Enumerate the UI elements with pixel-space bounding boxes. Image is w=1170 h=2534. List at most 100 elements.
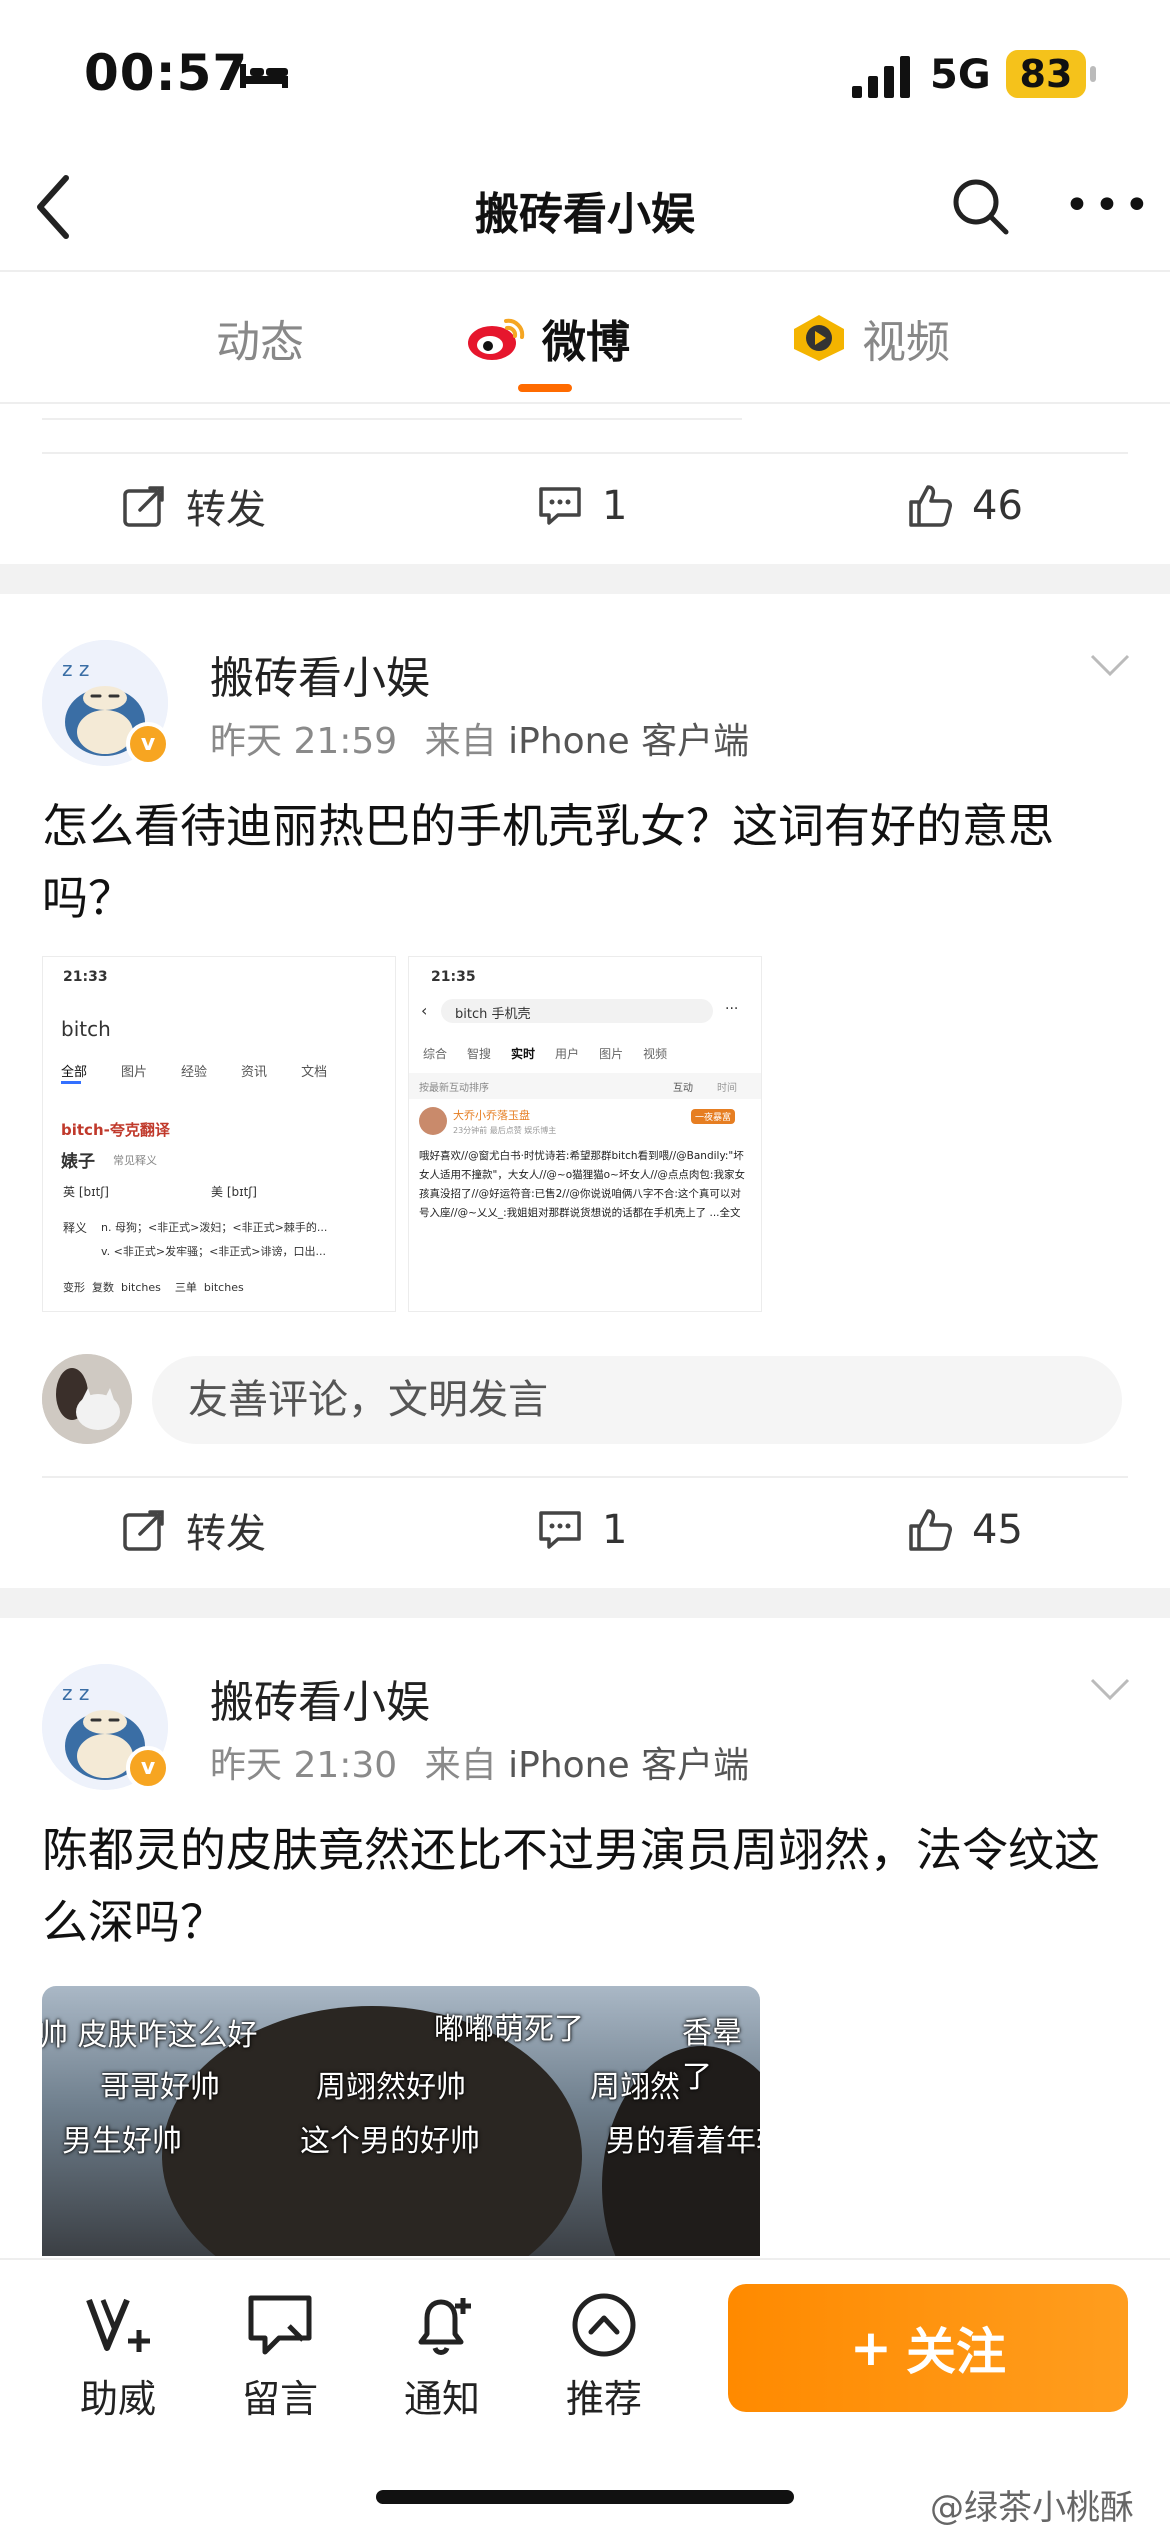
author-name[interactable]: 搬砖看小娱: [210, 1666, 430, 1730]
previous-post-bottom: [42, 412, 742, 420]
comment-button[interactable]: 1: [536, 456, 627, 556]
shot1-def-label: 释义: [63, 1221, 88, 1235]
post-source-prefix: 来自: [424, 721, 497, 762]
shot2-time: 21:35: [431, 969, 476, 985]
shot2-sort-label: 按最新互动排序: [419, 1083, 489, 1094]
repost-label: 转发: [186, 1511, 266, 1557]
post-image-2[interactable]: 21:35 ‹ bitch 手机壳 ··· 综合 智搜 实时 用户 图片 视频 …: [408, 956, 762, 1312]
follow-label: 关注: [905, 2323, 1006, 2381]
post-source[interactable]: iPhone 客户端: [508, 1745, 749, 1786]
post1-action-bar: 转发 1 45: [0, 1480, 1170, 1580]
shot2-body: 哦好喜欢//@窗尤白书·时忧诗若:希望那群bitch看到喂//@Bandily:…: [419, 1150, 745, 1219]
verified-badge-icon: v: [126, 722, 170, 766]
shot2-tab: 视频: [643, 1047, 668, 1061]
nav-divider: [0, 270, 1170, 272]
notify-button[interactable]: 通知: [382, 2290, 502, 2423]
video-hexagon-icon: [794, 315, 844, 361]
post-source[interactable]: iPhone 客户端: [508, 721, 749, 762]
shot1-tab: 经验: [181, 1065, 208, 1080]
sleep-focus-icon: [240, 64, 288, 88]
shot1-us: 美 [bɪtʃ]: [211, 1185, 257, 1199]
battery-nub: [1090, 66, 1096, 82]
more-icon[interactable]: •••: [1064, 184, 1154, 228]
weibo-logo-icon: [468, 318, 525, 360]
follow-button[interactable]: + 关注: [728, 2284, 1128, 2412]
chevron-down-icon[interactable]: [1088, 650, 1132, 680]
current-user-avatar[interactable]: [42, 1354, 132, 1444]
message-button[interactable]: 留言: [220, 2290, 340, 2423]
recommend-button[interactable]: 推荐: [544, 2290, 664, 2423]
post-image-1[interactable]: 21:33 bitch 全部 图片 经验 资讯 文档 bitch-夸克翻译 婊子…: [42, 956, 396, 1312]
shot1-word: 婊子: [61, 1152, 95, 1172]
shot2-filter1: 互动: [673, 1083, 693, 1094]
search-icon[interactable]: [950, 176, 1010, 236]
repost-button[interactable]: 转发: [120, 1480, 266, 1580]
shot2-back-icon: ‹: [421, 1001, 428, 1020]
repost-icon: [123, 1510, 164, 1551]
tab-weibo-label: 微博: [542, 317, 630, 368]
tab-weibo[interactable]: 微博: [466, 306, 630, 370]
repost-button[interactable]: 转发: [120, 456, 266, 556]
status-time: 00:57: [84, 44, 249, 102]
shot1-query: bitch: [61, 1017, 111, 1041]
message-label: 留言: [241, 2377, 318, 2421]
like-button[interactable]: 45: [906, 1480, 1023, 1580]
cheer-v-plus-icon: [86, 2298, 150, 2352]
signal-icon: [852, 56, 910, 98]
tab-video[interactable]: 视频: [790, 306, 950, 370]
shot2-user-meta: 23分钟前 最后点赞 娱乐博主: [453, 1126, 557, 1135]
comment-button[interactable]: 1: [536, 1480, 627, 1580]
post-video-thumbnail[interactable]: 帅 皮肤咋这么好 嘟嘟萌死了 香晕了 哥哥好帅 周翊然好帅 周翊然 男生好帅 这…: [42, 1986, 760, 2256]
chevron-up-circle-icon: [572, 2293, 636, 2357]
shot1-tab: 文档: [301, 1065, 328, 1080]
shot2-user: 大乔小乔落玉盘: [453, 1109, 530, 1122]
shot1-tab: 资讯: [241, 1065, 268, 1080]
tab-feed[interactable]: 动态: [216, 306, 304, 370]
comment-count: 1: [602, 1507, 628, 1553]
thumbs-up-icon: [909, 485, 952, 527]
network-type: 5G: [930, 52, 991, 98]
message-bubble-icon: [248, 2295, 312, 2355]
home-indicator[interactable]: [376, 2490, 794, 2504]
post-separator: [0, 1588, 1170, 1618]
post-separator: [0, 564, 1170, 594]
danmaku-caption: 帅 皮肤咋这么好: [42, 2018, 258, 2053]
comment-input[interactable]: 友善评论，文明发言: [152, 1356, 1122, 1444]
tab-video-label: 视频: [862, 317, 950, 368]
shot2-badge: 一夜暴富: [691, 1109, 736, 1124]
author-name[interactable]: 搬砖看小娱: [210, 642, 430, 706]
battery-level: 83: [1006, 50, 1086, 98]
post-meta: 昨天 21:59 来自 iPhone 客户端: [210, 712, 749, 764]
cheer-button[interactable]: 助威: [58, 2290, 178, 2423]
like-button[interactable]: 46: [906, 456, 1023, 556]
danmaku-caption: 香晕了: [682, 2016, 742, 2095]
post-text: 怎么看待迪丽热巴的手机壳乳女？这词有好的意思吗？: [42, 799, 1054, 925]
post-source-prefix: 来自: [424, 1745, 497, 1786]
shot1-tab-indicator: [61, 1081, 81, 1084]
active-tab-indicator: [518, 384, 572, 392]
shot1-uk: 英 [bɪtʃ]: [63, 1185, 109, 1199]
shot2-query: bitch 手机壳: [455, 1007, 531, 1022]
repost-label: 转发: [186, 487, 266, 533]
svg-text:z z: z z: [62, 657, 89, 681]
post0-action-bar: 转发 1 46: [0, 456, 1170, 556]
post-time: 昨天 21:30: [210, 1745, 398, 1786]
shot2-tabs: 综合 智搜 实时 用户 图片 视频: [423, 1045, 667, 1062]
shot1-tabs: 全部 图片 经验 资讯 文档: [61, 1061, 327, 1080]
shot1-word-note: 常见释义: [113, 1154, 157, 1167]
danmaku-caption: 这个男的好帅: [300, 2124, 480, 2159]
shot1-time: 21:33: [63, 969, 108, 985]
shot1-forms: 变形 复数 bitches 三单 bitches: [63, 1281, 244, 1294]
shot1-title: bitch-夸克翻译: [61, 1121, 170, 1139]
shot2-tab: 综合: [423, 1047, 448, 1061]
danmaku-caption: 男生好帅: [62, 2124, 182, 2159]
tab-feed-label: 动态: [216, 317, 304, 368]
comment-icon: [539, 1511, 581, 1549]
danmaku-caption: 周翊然: [590, 2070, 680, 2105]
chevron-down-icon[interactable]: [1088, 1674, 1132, 1704]
post-text: 陈都灵的皮肤竟然还比不过男演员周翊然，法令纹这么深吗？: [42, 1823, 1100, 1949]
shot1-tab: 图片: [121, 1065, 148, 1080]
verified-badge-icon: v: [126, 1746, 170, 1790]
comment-count: 1: [602, 483, 628, 529]
danmaku-caption: 嘟嘟萌死了: [434, 2012, 584, 2047]
